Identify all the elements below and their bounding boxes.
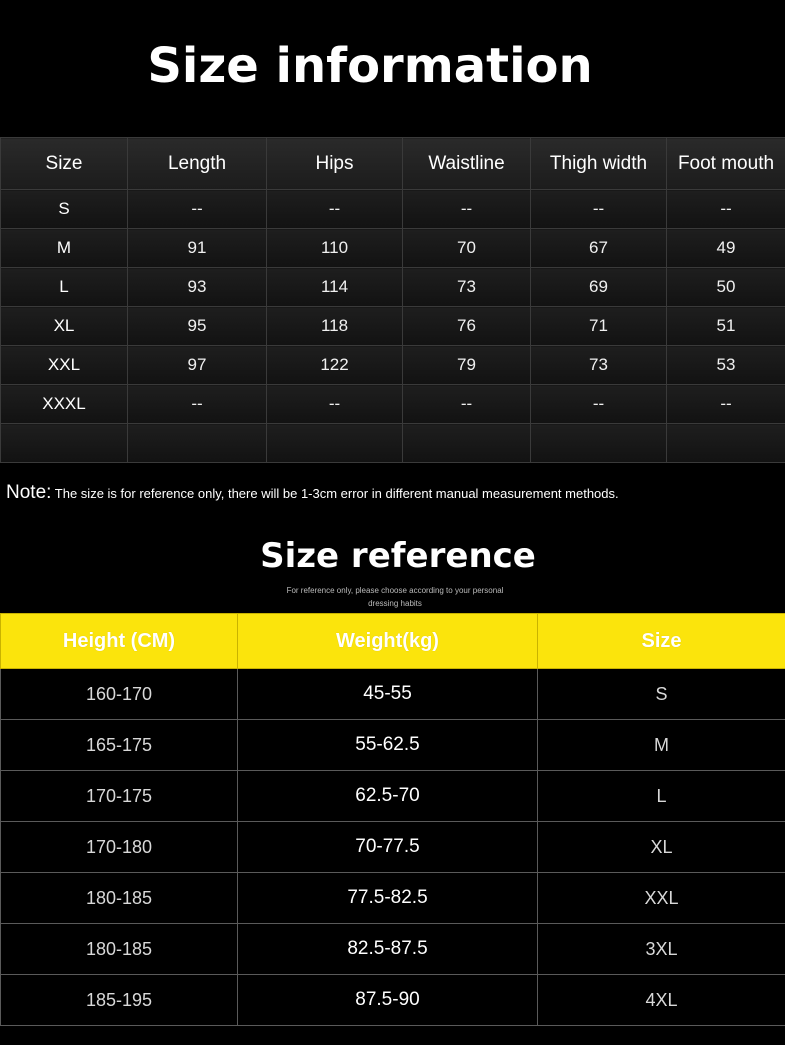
size-cell: 3XL (537, 923, 785, 975)
table-row: M 91 110 70 67 49 (0, 228, 785, 268)
table-row: 165-175 55-62.5 M (0, 719, 785, 771)
hips-cell: 118 (266, 306, 403, 346)
column-header-hips: Hips (266, 137, 403, 190)
column-header-size: Size (537, 613, 785, 669)
empty-cell (402, 423, 531, 463)
table-row: 185-195 87.5-90 4XL (0, 974, 785, 1026)
size-cell: L (537, 770, 785, 822)
hips-cell: 122 (266, 345, 403, 385)
table-row: L 93 114 73 69 50 (0, 267, 785, 307)
height-cell: 180-185 (0, 872, 238, 924)
foot-mouth-cell: -- (666, 384, 785, 424)
table-row: 170-175 62.5-70 L (0, 770, 785, 822)
hips-cell: 114 (266, 267, 403, 307)
thigh-width-cell: 67 (530, 228, 667, 268)
column-header-weight: Weight(kg) (237, 613, 538, 669)
thigh-width-cell: -- (530, 384, 667, 424)
table-row: XL 95 118 76 71 51 (0, 306, 785, 346)
column-header-foot-mouth: Foot mouth (666, 137, 785, 190)
length-cell: 91 (127, 228, 267, 268)
reference-subtitle-line-2: dressing habits (368, 599, 422, 608)
waistline-cell: 76 (402, 306, 531, 346)
hips-cell: 110 (266, 228, 403, 268)
size-information-table: Size Length Hips Waistline Thigh width F… (0, 137, 785, 463)
size-cell: M (0, 228, 128, 268)
waistline-cell: 79 (402, 345, 531, 385)
size-cell: XXL (0, 345, 128, 385)
foot-mouth-cell: 50 (666, 267, 785, 307)
table-row-empty (0, 423, 785, 463)
hips-cell: -- (266, 189, 403, 229)
size-cell: XL (0, 306, 128, 346)
column-header-height: Height (CM) (0, 613, 238, 669)
thigh-width-cell: -- (530, 189, 667, 229)
foot-mouth-cell: 51 (666, 306, 785, 346)
hips-cell: -- (266, 384, 403, 424)
note-text: The size is for reference only, there wi… (51, 486, 619, 501)
table-row: 180-185 77.5-82.5 XXL (0, 872, 785, 924)
weight-cell: 77.5-82.5 (237, 872, 538, 924)
foot-mouth-cell: -- (666, 189, 785, 229)
empty-cell (530, 423, 667, 463)
size-cell: L (0, 267, 128, 307)
column-header-waistline: Waistline (402, 137, 531, 190)
length-cell: 95 (127, 306, 267, 346)
waistline-cell: -- (402, 384, 531, 424)
weight-cell: 62.5-70 (237, 770, 538, 822)
height-cell: 185-195 (0, 974, 238, 1026)
weight-cell: 55-62.5 (237, 719, 538, 771)
size-cell: XXL (537, 872, 785, 924)
height-cell: 180-185 (0, 923, 238, 975)
size-cell: 4XL (537, 974, 785, 1026)
table-row: XXXL -- -- -- -- -- (0, 384, 785, 424)
reference-header-row: Height (CM) Weight(kg) Size (0, 613, 785, 669)
empty-cell (127, 423, 267, 463)
foot-mouth-cell: 49 (666, 228, 785, 268)
size-cell: M (537, 719, 785, 771)
waistline-cell: 73 (402, 267, 531, 307)
reference-subtitle-line-1: For reference only, please choose accord… (286, 586, 504, 595)
thigh-width-cell: 73 (530, 345, 667, 385)
table-row: XXL 97 122 79 73 53 (0, 345, 785, 385)
column-header-size: Size (0, 137, 128, 190)
height-cell: 160-170 (0, 668, 238, 720)
length-cell: 93 (127, 267, 267, 307)
empty-cell (0, 423, 128, 463)
waistline-cell: 70 (402, 228, 531, 268)
size-reference-table: Height (CM) Weight(kg) Size 160-170 45-5… (0, 613, 785, 1026)
size-cell: XL (537, 821, 785, 873)
foot-mouth-cell: 53 (666, 345, 785, 385)
weight-cell: 82.5-87.5 (237, 923, 538, 975)
size-cell: S (537, 668, 785, 720)
weight-cell: 87.5-90 (237, 974, 538, 1026)
table-header-row: Size Length Hips Waistline Thigh width F… (0, 137, 785, 190)
column-header-thigh-width: Thigh width (530, 137, 667, 190)
empty-cell (666, 423, 785, 463)
column-header-length: Length (127, 137, 267, 190)
empty-cell (266, 423, 403, 463)
weight-cell: 45-55 (237, 668, 538, 720)
length-cell: -- (127, 189, 267, 229)
table-row: 170-180 70-77.5 XL (0, 821, 785, 873)
note-label: Note: (6, 482, 52, 503)
waistline-cell: -- (402, 189, 531, 229)
length-cell: 97 (127, 345, 267, 385)
thigh-width-cell: 69 (530, 267, 667, 307)
size-note: Note: The size is for reference only, th… (6, 482, 619, 504)
weight-cell: 70-77.5 (237, 821, 538, 873)
size-cell: XXXL (0, 384, 128, 424)
size-cell: S (0, 189, 128, 229)
section-title-size-reference: Size reference (260, 536, 536, 576)
length-cell: -- (127, 384, 267, 424)
thigh-width-cell: 71 (530, 306, 667, 346)
height-cell: 170-175 (0, 770, 238, 822)
table-row: S -- -- -- -- -- (0, 189, 785, 229)
height-cell: 170-180 (0, 821, 238, 873)
table-row: 180-185 82.5-87.5 3XL (0, 923, 785, 975)
table-row: 160-170 45-55 S (0, 668, 785, 720)
height-cell: 165-175 (0, 719, 238, 771)
page-title: Size information (147, 38, 593, 94)
